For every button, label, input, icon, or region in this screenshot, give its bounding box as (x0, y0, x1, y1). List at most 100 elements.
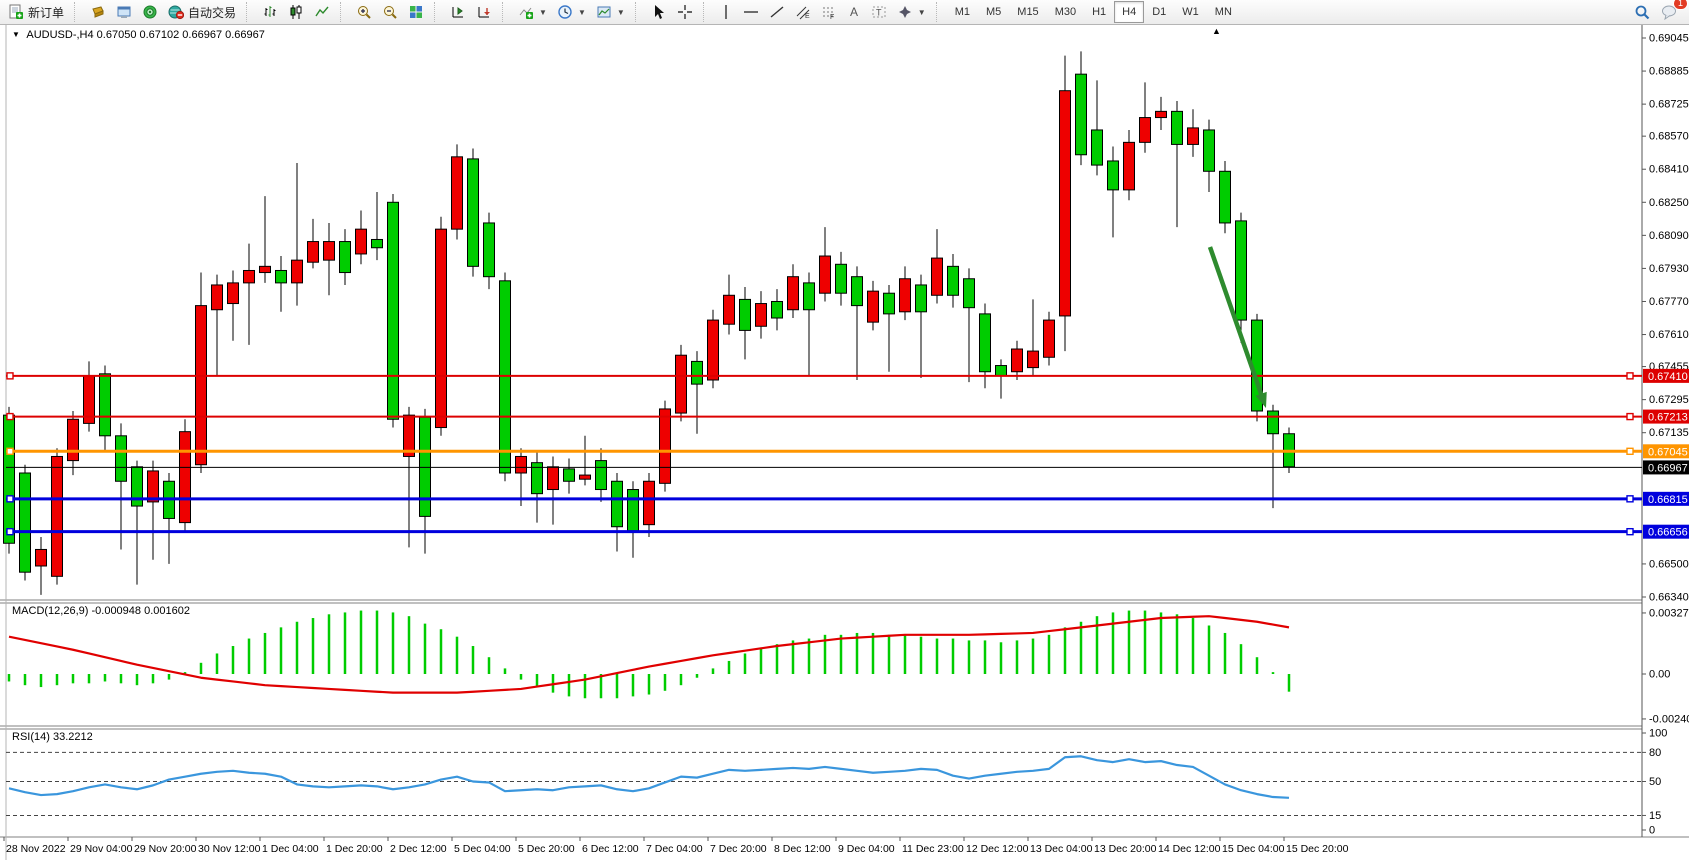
candlestick[interactable] (724, 295, 735, 324)
line-drag-handle[interactable] (1627, 496, 1633, 502)
candlestick[interactable] (916, 285, 927, 312)
line-drag-handle[interactable] (7, 414, 13, 420)
candlestick[interactable] (180, 432, 191, 523)
scroll-anchor-icon[interactable]: ▲ (1212, 26, 1221, 36)
candlestick[interactable] (388, 202, 399, 419)
candlestick[interactable] (596, 461, 607, 490)
signals-button[interactable] (137, 0, 163, 24)
candlestick[interactable] (1204, 130, 1215, 171)
candlestick[interactable] (228, 283, 239, 304)
tile-windows-button[interactable] (403, 0, 429, 24)
vertical-line-tool-button[interactable] (714, 0, 738, 24)
candlestick[interactable] (372, 239, 383, 247)
candlestick[interactable] (212, 285, 223, 310)
candlestick[interactable] (1092, 130, 1103, 165)
fibonacci-tool-button[interactable]: F (816, 0, 842, 24)
candlestick[interactable] (516, 456, 527, 473)
candlestick[interactable] (948, 266, 959, 295)
candlestick[interactable] (1124, 142, 1135, 190)
line-chart-mode-button[interactable] (309, 0, 335, 24)
timeframe-button-D1[interactable]: D1 (1144, 1, 1174, 23)
candlestick[interactable] (1172, 111, 1183, 144)
candlestick-mode-button[interactable] (283, 0, 309, 24)
candlestick[interactable] (484, 223, 495, 277)
candlestick[interactable] (308, 242, 319, 263)
candlestick[interactable] (884, 293, 895, 314)
new-order-button[interactable]: 新订单 (3, 0, 69, 24)
timeframe-button-MN[interactable]: MN (1207, 1, 1240, 23)
candlestick[interactable] (740, 299, 751, 330)
candlestick[interactable] (36, 549, 47, 566)
auto-scroll-button[interactable] (471, 0, 497, 24)
candlestick[interactable] (420, 417, 431, 516)
candlestick[interactable] (1188, 128, 1199, 145)
line-drag-handle[interactable] (1627, 373, 1633, 379)
candlestick[interactable] (1268, 411, 1279, 434)
candlestick[interactable] (1076, 74, 1087, 155)
candlestick[interactable] (116, 436, 127, 481)
candlestick[interactable] (436, 229, 447, 427)
candlestick[interactable] (20, 473, 31, 572)
candlestick[interactable] (660, 409, 671, 483)
candlestick[interactable] (980, 314, 991, 372)
candlestick[interactable] (260, 266, 271, 272)
candlestick[interactable] (468, 159, 479, 266)
candlestick[interactable] (292, 260, 303, 283)
candlestick[interactable] (788, 277, 799, 310)
timeframe-button-W1[interactable]: W1 (1174, 1, 1207, 23)
timeframe-button-M15[interactable]: M15 (1009, 1, 1046, 23)
candlestick[interactable] (644, 481, 655, 524)
candlestick[interactable] (1140, 118, 1151, 143)
indicators-button[interactable]: ▼ (513, 0, 552, 24)
line-drag-handle[interactable] (7, 496, 13, 502)
candlestick[interactable] (804, 283, 815, 310)
channel-tool-button[interactable]: E (790, 0, 816, 24)
candlestick[interactable] (932, 258, 943, 295)
chart-shift-button[interactable] (445, 0, 471, 24)
templates-button[interactable]: ▼ (591, 0, 630, 24)
candlestick[interactable] (52, 456, 63, 576)
timeframe-button-M30[interactable]: M30 (1047, 1, 1084, 23)
candlestick[interactable] (196, 306, 207, 465)
bar-chart-mode-button[interactable] (257, 0, 283, 24)
candlestick[interactable] (564, 469, 575, 481)
candlestick[interactable] (1220, 171, 1231, 223)
text-label-tool-button[interactable]: T (866, 0, 892, 24)
line-drag-handle[interactable] (7, 448, 13, 454)
candlestick[interactable] (68, 419, 79, 460)
candlestick[interactable] (1156, 111, 1167, 117)
line-drag-handle[interactable] (1627, 529, 1633, 535)
candlestick[interactable] (1108, 161, 1119, 190)
zoom-in-button[interactable] (351, 0, 377, 24)
candlestick[interactable] (964, 279, 975, 308)
candlestick[interactable] (692, 361, 703, 384)
candlestick[interactable] (100, 374, 111, 436)
candlestick[interactable] (772, 301, 783, 318)
line-drag-handle[interactable] (1627, 448, 1633, 454)
candlestick[interactable] (276, 270, 287, 282)
candlestick[interactable] (1012, 349, 1023, 372)
notifications-button[interactable]: 1 (1656, 0, 1683, 24)
horizontal-line-tool-button[interactable] (738, 0, 764, 24)
chart-area[interactable]: 0.690450.688850.687250.685700.684100.682… (0, 24, 1689, 860)
candlestick[interactable] (340, 242, 351, 273)
candlestick[interactable] (244, 270, 255, 282)
candlestick[interactable] (756, 304, 767, 327)
candlestick[interactable] (4, 415, 15, 543)
market-depth-button[interactable] (85, 0, 111, 24)
arrows-tool-button[interactable]: ▼ (892, 0, 931, 24)
line-drag-handle[interactable] (7, 529, 13, 535)
candlestick[interactable] (868, 291, 879, 322)
candlestick[interactable] (356, 229, 367, 254)
timeframe-button-M1[interactable]: M1 (947, 1, 978, 23)
trendline-tool-button[interactable] (764, 0, 790, 24)
timeframe-button-H1[interactable]: H1 (1084, 1, 1114, 23)
candlestick[interactable] (852, 277, 863, 306)
candlestick[interactable] (708, 320, 719, 380)
line-drag-handle[interactable] (7, 373, 13, 379)
crosshair-tool-button[interactable] (672, 0, 698, 24)
candlestick[interactable] (1060, 91, 1071, 316)
search-button[interactable] (1629, 0, 1656, 24)
candlestick[interactable] (324, 242, 335, 261)
candlestick[interactable] (676, 355, 687, 413)
